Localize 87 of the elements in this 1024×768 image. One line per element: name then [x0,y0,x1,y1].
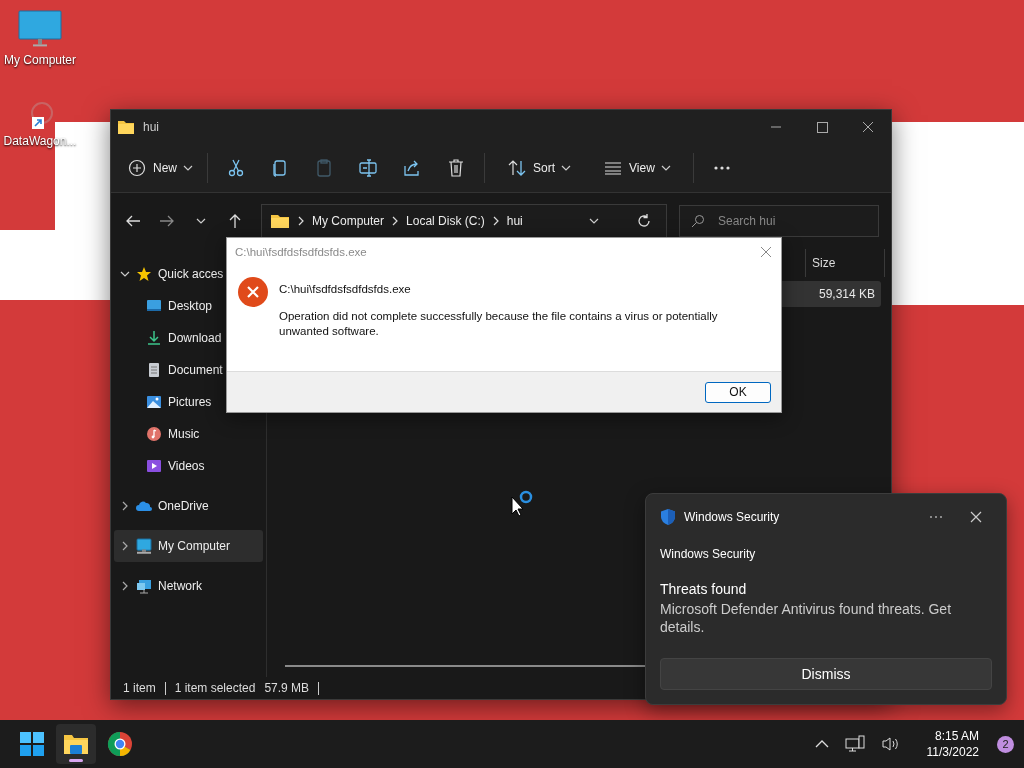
desktop-shortcut[interactable]: My Computer [0,10,80,67]
new-button[interactable]: New [121,151,199,185]
dismiss-button[interactable]: Dismiss [660,658,992,690]
error-icon [237,276,269,308]
sidebar-item[interactable]: Network [114,570,263,602]
network-monitor-icon [844,735,865,753]
search-field[interactable]: Search hui [679,205,879,237]
selection-info: 1 item selected [174,681,256,695]
desktop-icon [146,298,162,314]
notification-title: Threats found [660,581,748,597]
chevron-down-icon [120,269,130,279]
close-icon [760,246,772,258]
sidebar-item[interactable]: Music [114,418,263,450]
column-header[interactable]: Size [805,249,885,277]
sidebar-item[interactable]: Videos [114,450,263,482]
caret-icon [183,163,193,173]
breadcrumb-link[interactable]: My Computer [312,214,385,228]
clock[interactable]: 8:15 AM 11/3/2022 [922,729,983,759]
caret-icon [196,216,206,226]
sidebar-item[interactable]: My Computer [114,530,263,562]
rename-icon [358,158,378,178]
window-title: hui [143,120,159,134]
chevron-right-icon [120,541,130,551]
folder-icon [117,119,135,135]
caret-icon [660,163,671,173]
download-icon [146,330,162,346]
search-icon [691,214,705,228]
scissors-icon [226,158,246,178]
item-count: 1 item [123,681,156,695]
sort-button[interactable]: Sort [493,151,586,185]
sidebar-item[interactable]: Desktop [114,290,263,322]
share-icon [402,158,422,178]
network-icon [136,578,152,594]
clipboard-icon [314,158,334,178]
app-name: Windows Security [684,510,780,524]
sort-arrows-icon [507,158,527,178]
ok-button[interactable]: OK [705,381,771,403]
breadcrumb-link[interactable]: hui [506,214,523,228]
breadcrumb-link[interactable]: Local Disk (C:) [406,214,485,228]
monitor-icon [136,538,152,554]
error-message: Operation did not complete successfully because the file contains a virus or potentially unwanted software. [279,309,719,339]
clock-date: 11/3/2022 [926,745,979,759]
busy-cursor-icon [510,489,534,517]
caret-icon [561,163,572,173]
chevron-right-icon [120,501,130,511]
chevron-right-icon [391,216,400,226]
view-button[interactable]: View [589,151,685,185]
address-bar[interactable]: My Computer Local Disk (C:) hui [261,204,667,238]
close-icon [862,121,874,133]
notification-count-badge[interactable]: 2 [997,735,1014,753]
close-icon [970,511,982,523]
folder-icon [270,213,290,229]
sidebar-item[interactable]: Document [114,354,263,386]
back-arrow-icon [125,213,141,229]
caret-up-icon [814,739,829,749]
refresh-icon [636,213,652,229]
chevron-right-icon [120,581,130,591]
selection-size: 57.9 MB [264,681,310,695]
dialog-heading: C:\hui\fsdfdsfsdfdsfds.exe [279,283,412,295]
shield-icon [660,508,676,526]
sidebar-item[interactable]: OneDrive [114,490,263,522]
windows-logo-icon [18,730,46,758]
picture-icon [146,394,162,410]
notification-source: Windows Security [660,547,757,561]
speaker-icon [880,736,901,752]
document-icon [146,362,162,378]
forward-arrow-icon [159,213,175,229]
sidebar-item[interactable]: Quick acces [114,258,263,290]
plus-circle-icon [127,158,147,178]
maximize-icon [816,121,828,133]
sidebar-item[interactable]: Download [114,322,263,354]
star-icon [136,266,152,282]
notification-body: Microsoft Defender Antivirus found threats. Get details. [660,600,953,636]
chevron-right-icon [297,216,305,226]
music-icon [146,426,162,442]
video-icon [146,458,162,474]
clock-time: 8:15 AM [934,729,979,743]
caret-icon [589,216,599,226]
browser-logo-icon [106,730,134,758]
chevron-right-icon [491,216,500,226]
up-arrow-icon [227,213,243,229]
more-dots-icon [713,166,730,170]
dialog-title: C:\hui\fsdfdsfsdfdsfds.exe [235,246,367,258]
sidebar-item[interactable]: Pictures [114,386,263,418]
trash-icon [446,158,466,178]
file-explorer-taskbar-button[interactable] [56,724,96,764]
more-dots-icon [929,515,943,519]
